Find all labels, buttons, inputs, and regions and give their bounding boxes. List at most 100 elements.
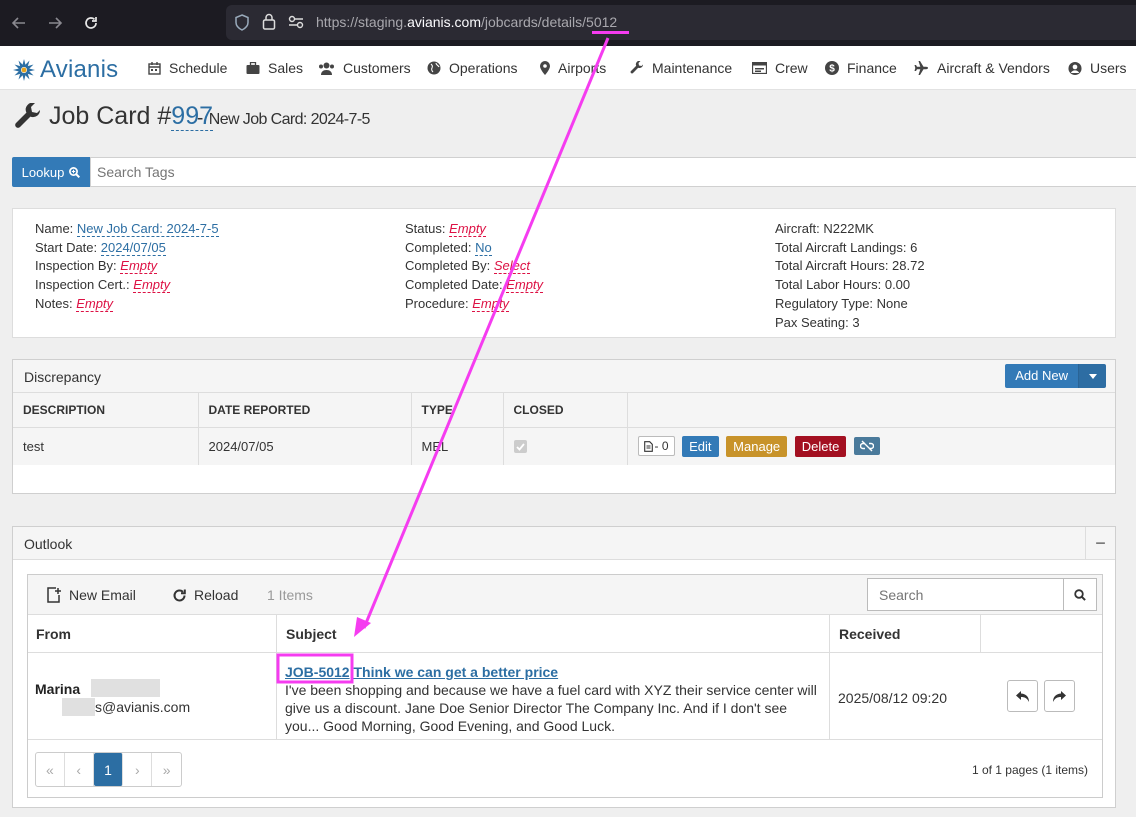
completed-field[interactable]: No	[475, 239, 492, 256]
lock-icon	[262, 13, 276, 30]
reload-button[interactable]: Reload	[172, 587, 238, 603]
email-subject: JOB-5012 Think we can get a better price…	[285, 663, 825, 735]
delete-button[interactable]: Delete	[794, 435, 847, 457]
map-marker-icon	[539, 61, 550, 75]
logo-text: Avianis	[40, 56, 119, 83]
notes-field[interactable]: Empty	[76, 295, 114, 312]
subject-tag-link[interactable]: JOB-5012	[285, 664, 350, 680]
column-header-subject[interactable]: Subject	[286, 626, 337, 642]
outlook-search-input[interactable]	[867, 578, 1064, 611]
nav-item-airports[interactable]: Airports	[539, 60, 606, 76]
prev-page-button[interactable]: ‹	[65, 753, 94, 786]
plane-icon	[914, 61, 929, 75]
redacted-email-prefix	[62, 698, 95, 716]
shield-icon	[234, 14, 250, 31]
column-header[interactable]: CLOSED	[503, 393, 628, 428]
attachments-button[interactable]: - 0	[637, 436, 675, 457]
inspection-by-field[interactable]: Empty	[120, 258, 158, 275]
nav-item-customers[interactable]: Customers	[318, 60, 411, 76]
details-column-1: Name: New Job Card: 2024-7-5 Start Date:…	[35, 221, 219, 312]
url-text[interactable]: https://staging.avianis.com/jobcards/det…	[316, 14, 617, 30]
back-icon[interactable]	[8, 12, 30, 34]
forward-icon	[1053, 690, 1066, 702]
unlink-button[interactable]	[853, 437, 880, 456]
search-plus-icon	[69, 166, 81, 178]
inspection-cert-field[interactable]: Empty	[133, 277, 171, 294]
permissions-icon[interactable]	[288, 15, 304, 29]
new-email-button[interactable]: New Email	[47, 587, 136, 603]
address-bar[interactable]: https://staging.avianis.com/jobcards/det…	[226, 5, 1136, 40]
hours-info: Total Aircraft Hours: 28.72	[775, 258, 925, 274]
manage-button[interactable]: Manage	[726, 435, 788, 457]
name-field[interactable]: New Job Card: 2024-7-5	[76, 221, 219, 237]
next-page-button[interactable]: ›	[123, 753, 153, 786]
nav-item-users[interactable]: Users	[1068, 60, 1127, 76]
page-title: Job Card #997	[49, 102, 214, 131]
nav-item-crew[interactable]: Crew	[752, 60, 808, 76]
new-email-icon	[47, 587, 62, 603]
add-new-button[interactable]: Add New	[1005, 364, 1078, 388]
first-page-button[interactable]: «	[36, 753, 65, 786]
search-tags-input[interactable]	[90, 157, 1136, 187]
svg-text:$: $	[829, 64, 835, 75]
collapse-button[interactable]: −	[1085, 527, 1115, 559]
nav-label: Aircraft & Vendors	[937, 60, 1050, 76]
regulatory-info: Regulatory Type: None	[775, 295, 908, 311]
column-header-received[interactable]: Received	[839, 626, 900, 642]
status-field[interactable]: Empty	[449, 221, 486, 237]
sender-name: Marina	[35, 681, 81, 697]
logo-icon	[13, 59, 35, 81]
outlook-panel: Outlook − New Email Reload 1 Items From …	[12, 526, 1116, 808]
avianis-logo[interactable]: Avianis	[12, 56, 118, 84]
nav-item-aircraft-vendors[interactable]: Aircraft & Vendors	[914, 60, 1050, 76]
page-1-button[interactable]: 1	[93, 753, 124, 786]
pax-info: Pax Seating: 3	[775, 314, 860, 330]
column-header[interactable]: DATE REPORTED	[198, 393, 412, 428]
browser-toolbar: https://staging.avianis.com/jobcards/det…	[0, 0, 1136, 46]
completed-date-field[interactable]: Empty	[506, 277, 544, 294]
forward-icon[interactable]	[44, 12, 66, 34]
aircraft-info: Aircraft: N222MK	[775, 221, 874, 236]
nav-item-maintenance[interactable]: Maintenance	[630, 60, 732, 76]
last-page-button[interactable]: »	[152, 753, 181, 786]
search-icon	[1074, 588, 1086, 601]
reload-icon[interactable]	[80, 12, 102, 34]
nav-item-finance[interactable]: $ Finance	[825, 60, 897, 76]
reply-icon	[1016, 690, 1029, 702]
completed-by-field[interactable]: Select	[493, 258, 531, 275]
nav-item-schedule[interactable]: Schedule	[147, 60, 227, 76]
sender-email: s@avianis.com	[95, 699, 191, 715]
received-date: 2025/08/12 09:20	[838, 690, 947, 706]
row-divider	[28, 739, 1102, 740]
closed-checkbox[interactable]	[513, 440, 527, 454]
column-header-from[interactable]: From	[36, 626, 71, 642]
nav-label: Customers	[343, 60, 411, 76]
forward-button[interactable]	[1044, 680, 1075, 712]
lookup-button[interactable]: Lookup	[12, 157, 90, 187]
reply-button[interactable]	[1007, 680, 1038, 712]
dollar-icon: $	[825, 61, 839, 75]
date-cell: 2024/07/05	[198, 427, 412, 465]
nav-item-sales[interactable]: Sales	[246, 60, 303, 76]
add-new-dropdown[interactable]: Add New	[1005, 364, 1106, 388]
nav-label: Airports	[558, 60, 607, 76]
email-row[interactable]: Marina s@avianis.com JOB-5012 Think we c…	[28, 653, 1102, 739]
nav-item-operations[interactable]: Operations	[427, 60, 517, 76]
nav-label: Maintenance	[652, 60, 733, 76]
edit-button[interactable]: Edit	[682, 435, 719, 457]
nav-label: Schedule	[169, 60, 228, 76]
actions-cell: - 0 Edit Manage Delete	[627, 427, 1115, 465]
start-date-field[interactable]: 2024/07/05	[100, 239, 166, 256]
subject-link[interactable]: Think we can get a better price	[353, 664, 558, 680]
column-header[interactable]: DESCRIPTION	[13, 393, 199, 428]
landings-info: Total Aircraft Landings: 6	[775, 239, 918, 255]
search-button[interactable]	[1063, 578, 1097, 611]
discrepancy-panel: Discrepancy Add New DESCRIPTION DATE REP…	[12, 359, 1116, 494]
nav-label: Operations	[449, 60, 518, 76]
discrepancy-title: Discrepancy	[24, 369, 102, 385]
wrench-icon	[14, 103, 42, 131]
column-header[interactable]: TYPE	[411, 393, 504, 428]
caret-down-icon[interactable]	[1078, 364, 1106, 388]
calendar-icon	[147, 61, 161, 75]
procedure-field[interactable]: Empty	[472, 295, 510, 312]
